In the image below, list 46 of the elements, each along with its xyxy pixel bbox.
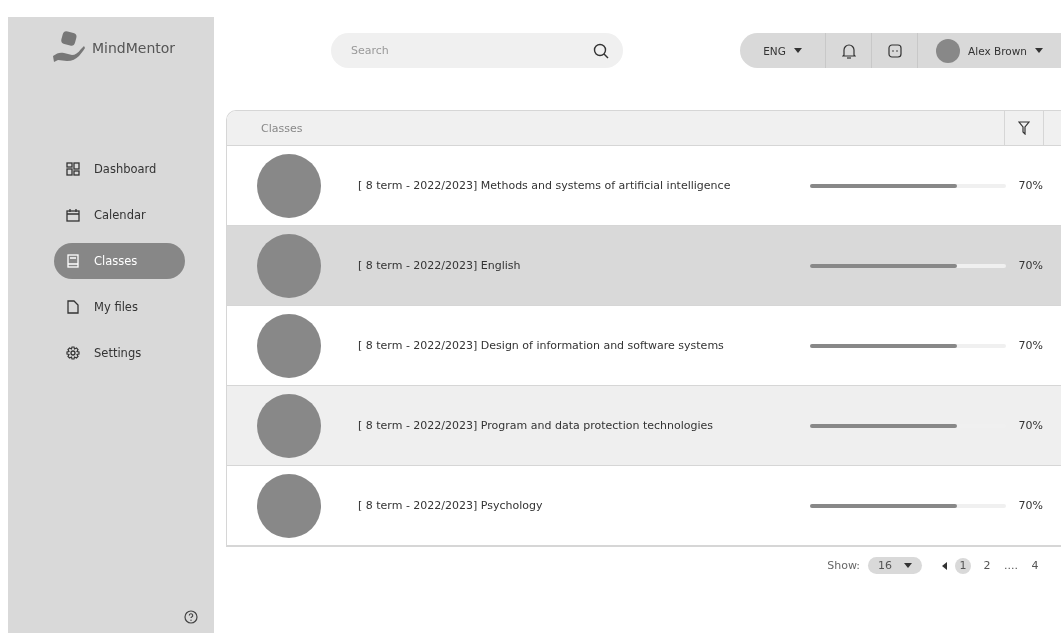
chat-icon (887, 43, 902, 58)
help-icon[interactable] (184, 610, 198, 624)
table-row[interactable]: [ 8 term - 2022/2023] Psychology 70% (227, 466, 1061, 546)
page-link[interactable]: 1 (955, 557, 971, 574)
progress-text: 70% (1017, 259, 1044, 272)
user-menu[interactable]: Alex Brown (918, 33, 1061, 68)
column-header: Classes (260, 121, 304, 135)
class-name: [ 8 term - 2022/2023] Program and data protection technologies (357, 419, 715, 432)
caret-icon (904, 563, 912, 568)
caret-icon (793, 48, 802, 53)
search-icon[interactable] (593, 43, 609, 59)
filter-icon (1018, 121, 1030, 135)
gear-icon (66, 346, 80, 360)
avatar (936, 38, 961, 63)
nav-item[interactable]: Settings (54, 335, 185, 371)
show-label: Show: (827, 559, 860, 572)
class-name: [ 8 term - 2022/2023] Methods and systems of artificial intelligence (357, 179, 732, 192)
class-name: [ 8 term - 2022/2023] Psychology (357, 499, 544, 512)
grid-icon (66, 162, 80, 176)
progress-text: 70% (1017, 179, 1044, 192)
table-row[interactable]: [ 8 term - 2022/2023] Program and data protection technologies 70% (227, 386, 1061, 466)
nav-item[interactable]: Classes (54, 243, 185, 279)
page-link[interactable]: 2 (979, 557, 995, 574)
page-size-dropdown[interactable]: 16 (868, 557, 922, 574)
search-field[interactable]: Search (331, 33, 623, 68)
progress-text: 70% (1017, 419, 1044, 432)
logo-icon (52, 31, 88, 65)
previous-icon[interactable] (942, 561, 947, 570)
nav-item[interactable]: My files (54, 289, 185, 325)
logo-text: MindMentor (92, 40, 176, 56)
filter-button[interactable] (1004, 111, 1044, 145)
caret-icon (1034, 48, 1043, 53)
class-name: [ 8 term - 2022/2023] Design of information and software systems (357, 339, 725, 352)
progress-text: 70% (1017, 339, 1044, 352)
bell-icon (841, 42, 856, 59)
book-icon (66, 254, 80, 268)
page-link[interactable]: 4 (1027, 557, 1043, 574)
language-dropdown[interactable]: ENG (740, 33, 826, 68)
file-icon (66, 300, 80, 314)
class-name: [ 8 term - 2022/2023] English (357, 259, 522, 272)
page-link[interactable]: .... (1003, 557, 1019, 574)
nav-item[interactable]: Dashboard (54, 151, 185, 187)
nav-item[interactable]: Calendar (54, 197, 185, 233)
table-row[interactable]: [ 8 term - 2022/2023] English 70% (227, 226, 1061, 306)
calendar-icon (66, 208, 80, 222)
progress-text: 70% (1017, 499, 1044, 512)
